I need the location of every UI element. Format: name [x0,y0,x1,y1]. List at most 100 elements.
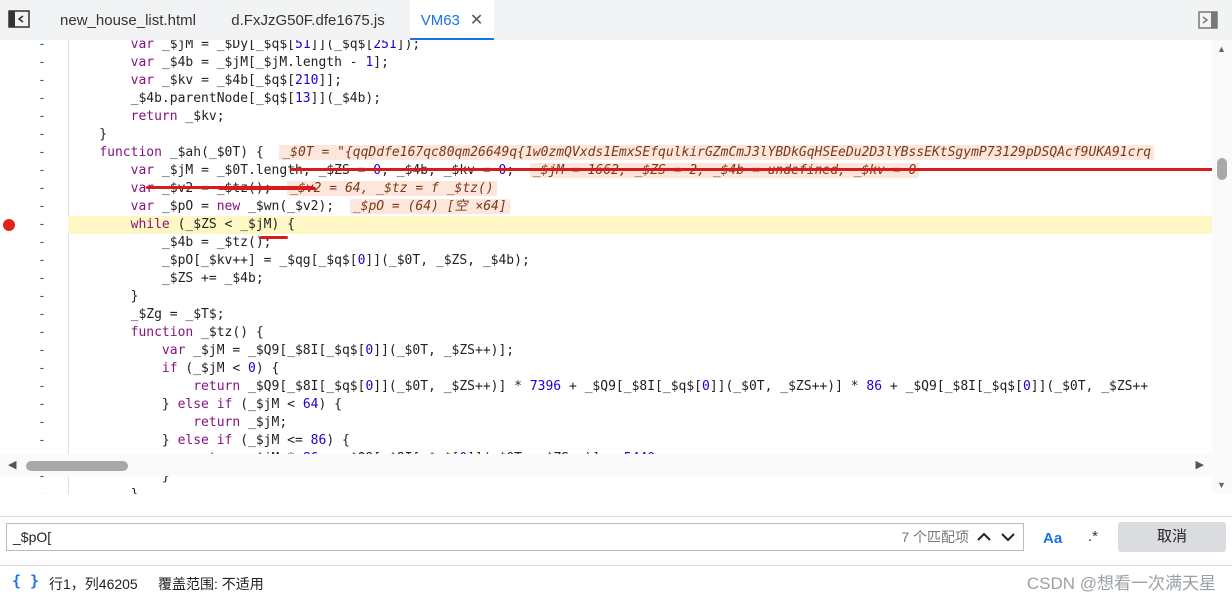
code-text: var _$kv = _$4b[_$q$[210]]; [130,73,342,88]
code-line[interactable]: var _$jM = _$0T.length, _$ZS = 0, _$4b, … [68,162,1212,180]
code-line[interactable]: return _$kv; [68,108,1212,126]
line-gutter[interactable]: -------------------------- [0,40,69,494]
vertical-scroll-thumb[interactable] [1217,158,1227,180]
cursor-position: 行1，列46205 [49,576,138,592]
code-text: _$pO[_$kv++] = _$qg[_$q$[0]](_$0T, _$ZS,… [68,253,530,268]
match-case-toggle[interactable]: Aa [1043,530,1062,547]
code-text: var _$4b = _$jM[_$jM.length - 1]; [130,55,389,70]
diff-marker: - [38,91,46,106]
code-line[interactable]: return _$jM; [68,414,1212,432]
code-line[interactable]: } [68,486,1212,494]
chevron-down-icon[interactable] [999,528,1017,546]
diff-marker: - [38,181,46,196]
diff-marker: - [38,235,46,250]
chevron-up-icon[interactable] [975,528,993,546]
code-text: } else if (_$jM < 64) { [68,397,342,412]
vertical-scrollbar[interactable]: ▲ ▼ [1212,40,1232,494]
code-editor[interactable]: -------------------------- var _$jM = _$… [0,40,1232,494]
code-line[interactable]: return _$Q9[_$8I[_$q$[0]](_$0T, _$ZS++)]… [68,378,1212,396]
breakpoint-icon[interactable] [3,219,15,231]
diff-marker: - [38,109,46,124]
diff-marker: - [38,40,46,52]
diff-marker: - [38,415,46,430]
code-line[interactable]: _$ZS += _$4b; [68,270,1212,288]
inline-value-preview: _$0T = "{qqDdfe167qc80qm26649q{1w0zmQVxd… [279,145,1155,160]
code-line[interactable]: _$4b.parentNode[_$q$[13]](_$4b); [68,90,1212,108]
diff-marker: - [38,271,46,286]
diff-marker: - [38,289,46,304]
code-line[interactable]: var _$jM = _$Dy[_$q$[51]](_$q$[251]); [68,40,1212,54]
code-text: _$ZS += _$4b; [68,271,264,286]
code-text: function _$ah(_$0T) { [99,145,264,160]
code-text: var _$pO = new _$wn(_$v2); [130,199,335,214]
code-text: return _$Q9[_$8I[_$q$[0]](_$0T, _$ZS++)]… [193,379,1149,394]
code-line[interactable]: function _$tz() { [68,324,1212,342]
code-text: } [68,289,139,304]
search-input[interactable]: _$pO[ 7 个匹配项 [6,523,1024,551]
inline-value-preview: _$pO = (64) [空 ×64] [349,199,510,214]
diff-marker: - [38,163,46,178]
scroll-down-icon[interactable]: ▼ [1217,480,1226,490]
diff-marker: - [38,325,46,340]
code-line[interactable]: _$Zg = _$T$; [68,306,1212,324]
code-line[interactable]: if (_$jM < 0) { [68,360,1212,378]
status-bar: { } 行1，列46205 覆盖范围: 不适用 CSDN @想看一次满天星 [0,565,1232,597]
code-text: while (_$ZS < _$jM) { [130,217,295,232]
search-query: _$pO[ [13,529,52,545]
code-text: if (_$jM < 0) { [161,361,280,376]
code-line[interactable]: } [68,288,1212,306]
code-text: return _$kv; [130,109,225,124]
diff-marker: - [38,379,46,394]
tab-bar: new_house_list.html d.FxJzG50F.dfe1675.j… [0,0,1232,41]
diff-marker: - [38,145,46,160]
code-line[interactable]: var _$4b = _$jM[_$jM.length - 1]; [68,54,1212,72]
horizontal-scroll-thumb[interactable] [26,461,128,471]
code-line[interactable]: var _$jM = _$Q9[_$8I[_$q$[0]](_$0T, _$ZS… [68,342,1212,360]
search-bar: _$pO[ 7 个匹配项 Aa .* 取消 [0,516,1232,557]
diff-marker: - [38,199,46,214]
close-icon[interactable]: ✕ [470,0,483,42]
code-text: _$Zg = _$T$; [68,307,225,322]
code-line[interactable]: } [68,126,1212,144]
cancel-button[interactable]: 取消 [1118,522,1226,552]
code-line[interactable]: var _$pO = new _$wn(_$v2); _$pO = (64) [… [68,198,1212,216]
tab-dfe-js[interactable]: d.FxJzG50F.dfe1675.js [222,0,394,40]
panel-toggle-icon[interactable] [1198,11,1218,29]
horizontal-scrollbar[interactable]: ◀ ▶ [0,454,1212,476]
code-text: return _$jM; [193,415,288,430]
red-annotation-mark [218,187,316,190]
pretty-print-icon[interactable]: { } [12,572,39,590]
code-line[interactable]: _$pO[_$kv++] = _$qg[_$q$[0]](_$0T, _$ZS,… [68,252,1212,270]
code-line[interactable]: } else if (_$jM <= 86) { [68,432,1212,450]
inline-value-preview: _$v2 = 64, _$tz = f _$tz() [287,181,497,196]
diff-marker: - [38,486,48,494]
diff-marker: - [38,397,46,412]
tab-new-house-list[interactable]: new_house_list.html [48,0,208,40]
regex-toggle[interactable]: .* [1088,528,1098,545]
red-annotation-mark [290,168,1232,171]
red-annotation-mark [260,236,288,239]
watermark: CSDN @想看一次满天星 [1026,574,1216,593]
sidebar-toggle-icon[interactable] [8,10,30,28]
code-line[interactable]: while (_$ZS < _$jM) { [68,216,1212,234]
code-line[interactable]: _$4b = _$tz(); [68,234,1212,252]
scroll-left-icon[interactable]: ◀ [8,458,16,471]
code-area[interactable]: var _$jM = _$Dy[_$q$[51]](_$q$[251]); va… [68,40,1232,494]
diff-marker: - [38,217,46,232]
code-text: _$4b.parentNode[_$q$[13]](_$4b); [68,91,382,106]
code-text: var _$jM = _$Dy[_$q$[51]](_$q$[251]); [130,40,421,52]
code-line[interactable]: var _$kv = _$4b[_$q$[210]]; [68,72,1212,90]
diff-marker: - [38,253,46,268]
scroll-right-icon[interactable]: ▶ [1196,458,1204,471]
coverage-status: 覆盖范围: 不适用 [158,576,264,592]
scroll-up-icon[interactable]: ▲ [1217,44,1226,54]
tab-vm63[interactable]: VM63 ✕ [410,0,494,40]
diff-marker: - [38,73,46,88]
diff-marker: - [38,307,46,322]
code-line[interactable]: } else if (_$jM < 64) { [68,396,1212,414]
code-line[interactable]: function _$ah(_$0T) { _$0T = "{qqDdfe167… [68,144,1212,162]
code-text: } [68,487,139,494]
diff-marker: - [38,361,46,376]
code-text: var _$jM = _$Q9[_$8I[_$q$[0]](_$0T, _$ZS… [161,343,515,358]
code-text: function _$tz() { [130,325,264,340]
